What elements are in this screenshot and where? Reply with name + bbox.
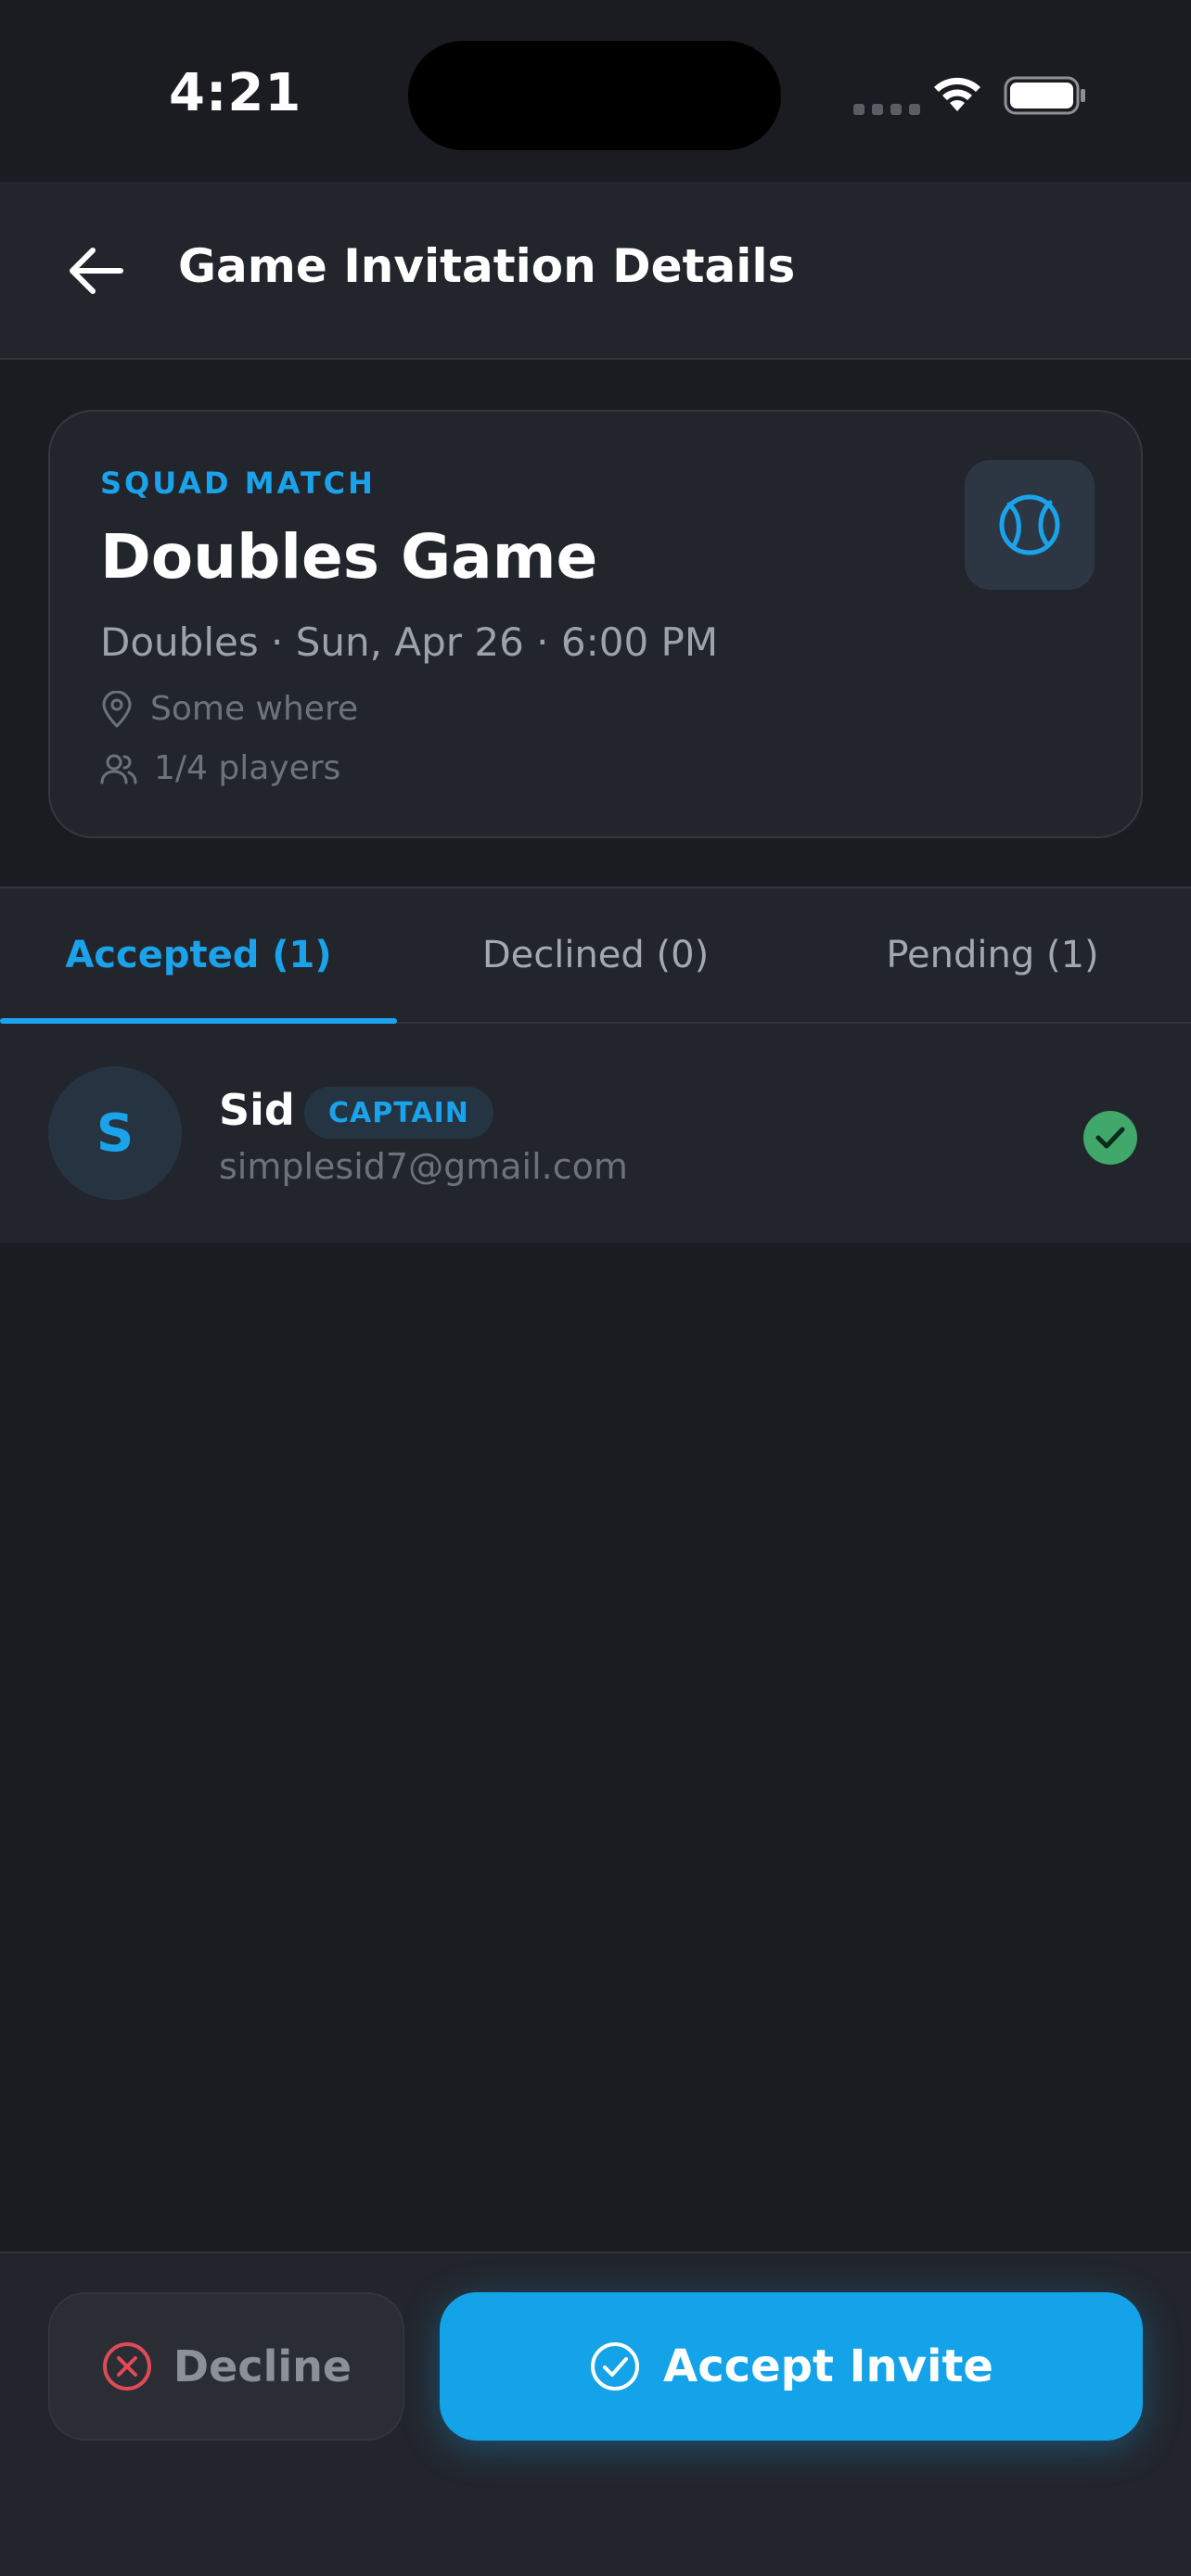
game-players-text: 1/4 players [154, 749, 341, 787]
game-summary-card: SQUAD MATCH Doubles Game Doubles · Sun, … [48, 410, 1143, 838]
accept-invite-button[interactable]: Accept Invite [440, 2292, 1143, 2441]
member-status-tabs: Accepted (1) Declined (0) Pending (1) [0, 886, 1191, 1024]
accepted-check-icon [1083, 1111, 1137, 1165]
status-bar: 4:21 [0, 0, 1191, 182]
wifi-icon [934, 77, 980, 111]
status-time: 4:21 [169, 63, 302, 123]
game-location-text: Some where [150, 690, 359, 728]
arrow-left-icon [70, 248, 123, 294]
avatar: S [48, 1066, 182, 1200]
tennis-ball-icon [999, 494, 1060, 555]
tab-pending[interactable]: Pending (1) [794, 888, 1191, 1022]
close-circle-icon [102, 2342, 151, 2391]
map-pin-icon [102, 690, 132, 727]
match-type-label: SQUAD MATCH [100, 465, 376, 501]
game-location: Some where [100, 690, 358, 728]
tab-declined[interactable]: Declined (0) [397, 888, 794, 1022]
dynamic-island [408, 41, 781, 150]
users-icon [100, 754, 137, 784]
cellular-signal-icon [853, 104, 920, 115]
member-name: Sid [219, 1085, 295, 1135]
tab-accepted[interactable]: Accepted (1) [0, 888, 397, 1024]
tab-declined-label: Declined (0) [481, 934, 710, 976]
decline-button[interactable]: Decline [48, 2292, 404, 2441]
game-meta: Doubles · Sun, Apr 26 · 6:00 PM [100, 619, 719, 665]
page-title: Game Invitation Details [178, 239, 796, 293]
role-badge: CAPTAIN [304, 1087, 493, 1139]
app-header: Game Invitation Details [0, 182, 1191, 360]
decline-label: Decline [173, 2341, 352, 2391]
game-players: 1/4 players [100, 749, 340, 787]
battery-icon [1004, 76, 1085, 115]
tab-pending-label: Pending (1) [886, 934, 1099, 976]
bottom-action-bar: Decline Accept Invite [0, 2251, 1191, 2576]
tab-accepted-label: Accepted (1) [65, 934, 332, 976]
list-item[interactable]: S Sid CAPTAIN simplesid7@gmail.com [0, 1024, 1191, 1243]
game-title: Doubles Game [100, 521, 598, 593]
back-button[interactable] [59, 234, 134, 308]
sport-badge [965, 460, 1095, 590]
check-circle-icon [591, 2342, 640, 2391]
member-email: simplesid7@gmail.com [219, 1146, 628, 1187]
accept-label: Accept Invite [663, 2340, 993, 2392]
